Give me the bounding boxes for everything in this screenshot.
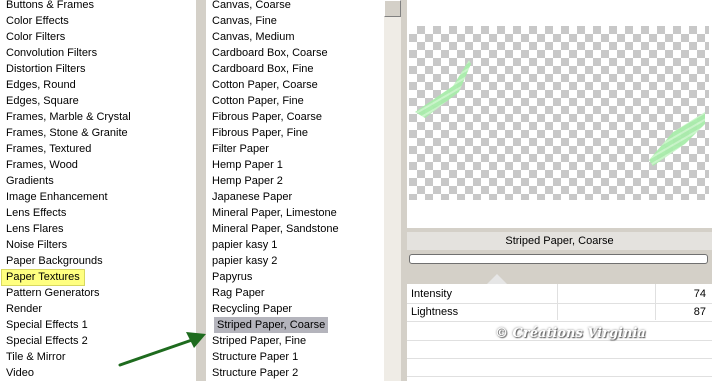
- category-item[interactable]: Lens Effects: [2, 205, 70, 221]
- texture-item[interactable]: Canvas, Medium: [208, 29, 299, 45]
- texture-item[interactable]: Fibrous Paper, Fine: [208, 125, 312, 141]
- texture-name-label: Striped Paper, Coarse: [505, 235, 614, 247]
- category-item[interactable]: Distortion Filters: [2, 61, 89, 77]
- texture-item[interactable]: Canvas, Fine: [208, 13, 281, 29]
- category-item[interactable]: Frames, Wood: [2, 157, 82, 173]
- texture-item[interactable]: Striped Paper, Fine: [208, 333, 310, 349]
- category-list[interactable]: Buttons & Frames Color Effects Color Filte…: [0, 0, 196, 381]
- texture-list-scrollbar[interactable]: [384, 0, 401, 381]
- preview-panel: Striped Paper, Coarse Intensity 74 Light…: [401, 0, 712, 381]
- param-row-intensity[interactable]: Intensity 74: [407, 285, 712, 304]
- texture-item[interactable]: Hemp Paper 1: [208, 157, 287, 173]
- texture-item[interactable]: Cotton Paper, Fine: [208, 93, 308, 109]
- texture-preview-canvas: [409, 26, 709, 200]
- texture-list[interactable]: Canvas, Coarse Canvas, Fine Canvas, Medium…: [206, 0, 384, 381]
- texture-swatch: [409, 254, 708, 264]
- param-label: Lightness: [411, 306, 459, 318]
- category-item[interactable]: Noise Filters: [2, 237, 71, 253]
- texture-item[interactable]: Japanese Paper: [208, 189, 296, 205]
- category-item[interactable]: Buttons & Frames: [2, 0, 98, 13]
- param-value[interactable]: 87: [694, 303, 706, 321]
- param-divider: [655, 284, 656, 320]
- leaf-shape-left: [415, 60, 471, 118]
- category-item[interactable]: Frames, Stone & Granite: [2, 125, 132, 141]
- texture-item[interactable]: Canvas, Coarse: [208, 0, 295, 13]
- category-item[interactable]: Special Effects 1: [2, 317, 92, 333]
- texture-item[interactable]: papier kasy 1: [208, 237, 281, 253]
- texture-item[interactable]: Rag Paper: [208, 285, 269, 301]
- category-item[interactable]: Video: [2, 365, 38, 381]
- texture-item[interactable]: Structure Paper 1: [208, 349, 302, 365]
- texture-item[interactable]: Fibrous Paper, Coarse: [208, 109, 326, 125]
- category-item[interactable]: Edges, Square: [2, 93, 83, 109]
- texture-item[interactable]: Cotton Paper, Coarse: [208, 77, 322, 93]
- category-item[interactable]: Edges, Round: [2, 77, 80, 93]
- texture-item[interactable]: Mineral Paper, Sandstone: [208, 221, 343, 237]
- category-item[interactable]: Special Effects 2: [2, 333, 92, 349]
- param-value[interactable]: 74: [694, 285, 706, 303]
- category-item[interactable]: Frames, Marble & Crystal: [2, 109, 135, 125]
- category-item[interactable]: Color Effects: [2, 13, 73, 29]
- category-item[interactable]: Frames, Textured: [2, 141, 95, 157]
- texture-item[interactable]: Recycling Paper: [208, 301, 296, 317]
- category-item[interactable]: Image Enhancement: [2, 189, 112, 205]
- param-row-empty: [407, 358, 712, 359]
- category-item[interactable]: Paper Backgrounds: [2, 253, 107, 269]
- leaf-shape-right: [649, 112, 705, 166]
- texture-item[interactable]: Cardboard Box, Coarse: [208, 45, 332, 61]
- param-row-empty: [407, 376, 712, 377]
- param-divider: [557, 284, 558, 320]
- preview-shapes: [415, 60, 705, 166]
- scrollbar-track[interactable]: [384, 17, 401, 381]
- watermark: © Créations Virginia: [495, 326, 646, 341]
- category-item[interactable]: Gradients: [2, 173, 58, 189]
- category-item[interactable]: Render: [2, 301, 46, 317]
- category-item[interactable]: Color Filters: [2, 29, 69, 45]
- texture-item[interactable]: Papyrus: [208, 269, 256, 285]
- param-label: Intensity: [411, 288, 452, 300]
- category-item[interactable]: Convolution Filters: [2, 45, 101, 61]
- category-item[interactable]: Paper Textures: [1, 269, 85, 286]
- parameter-pointer: [487, 274, 507, 284]
- texture-item[interactable]: Mineral Paper, Limestone: [208, 205, 341, 221]
- scroll-up-button[interactable]: [384, 0, 401, 17]
- texture-name-bar: Striped Paper, Coarse: [407, 232, 712, 250]
- param-row-lightness[interactable]: Lightness 87: [407, 303, 712, 322]
- texture-item[interactable]: Striped Paper, Coarse: [214, 317, 329, 333]
- texture-item[interactable]: Cardboard Box, Fine: [208, 61, 318, 77]
- texture-item[interactable]: Structure Paper 2: [208, 365, 302, 381]
- category-item[interactable]: Tile & Mirror: [2, 349, 69, 365]
- texture-item[interactable]: Filter Paper: [208, 141, 273, 157]
- texture-item[interactable]: papier kasy 2: [208, 253, 281, 269]
- texture-item[interactable]: Hemp Paper 2: [208, 173, 287, 189]
- category-item[interactable]: Pattern Generators: [2, 285, 104, 301]
- category-item[interactable]: Lens Flares: [2, 221, 67, 237]
